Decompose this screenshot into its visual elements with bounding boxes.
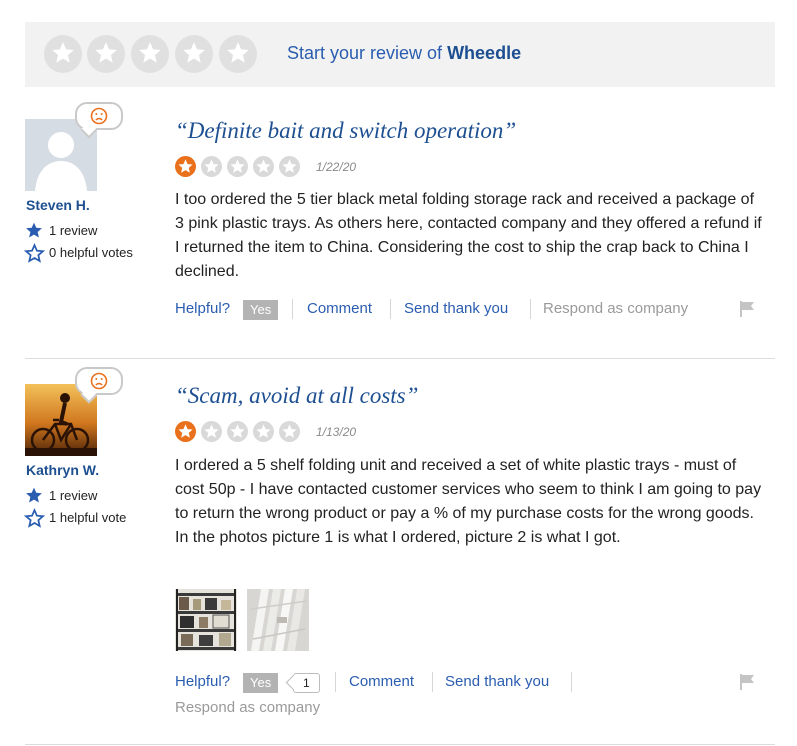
review-date: 1/22/20: [316, 160, 357, 174]
divider: [432, 672, 433, 692]
divider: [571, 672, 572, 692]
respond-as-company-link[interactable]: Respond as company: [175, 699, 320, 716]
sad-face-icon: [90, 107, 108, 125]
rating-star-4-icon[interactable]: [175, 35, 213, 73]
rating-star-empty-icon: [201, 156, 222, 177]
review-title[interactable]: “Definite bait and switch operation”: [175, 118, 516, 144]
rating-star-empty-icon: [253, 156, 274, 177]
rating-star-empty-icon: [279, 421, 300, 442]
review-photo-ordered[interactable]: [175, 589, 237, 651]
rating-star-3-icon[interactable]: [131, 35, 169, 73]
divider: [292, 299, 293, 319]
flag-icon[interactable]: [739, 674, 755, 690]
mood-bubble: [75, 102, 123, 139]
send-thank-you-link[interactable]: Send thank you: [404, 300, 508, 317]
helpful-star-outline-icon: [24, 243, 45, 263]
helpful-yes-button[interactable]: Yes: [243, 300, 279, 320]
rating-star-empty-icon: [279, 156, 300, 177]
start-review-prefix[interactable]: Start your review of: [287, 43, 447, 63]
review-star-icon: [26, 487, 42, 503]
comment-link[interactable]: Comment: [349, 673, 414, 690]
rating-star-empty-icon: [201, 421, 222, 442]
divider: [335, 672, 336, 692]
send-thank-you-link[interactable]: Send thank you: [445, 673, 549, 690]
start-review-link[interactable]: Start your review of Wheedle: [287, 43, 521, 64]
helpful-vote-count: 0 helpful votes: [49, 245, 133, 260]
reviewer-name[interactable]: Kathryn W.: [26, 462, 99, 478]
rating-star-empty-icon: [253, 421, 274, 442]
start-review-bar: Start your review of Wheedle: [25, 22, 775, 87]
review-divider: [25, 744, 775, 745]
rating-star-1-icon[interactable]: [44, 35, 82, 73]
rating-star-empty-icon: [227, 156, 248, 177]
helpful-yes-button[interactable]: Yes: [243, 673, 279, 693]
review-count: 1 review: [49, 488, 98, 503]
review-photo-received[interactable]: [247, 589, 309, 651]
comment-link[interactable]: Comment: [307, 300, 372, 317]
helpful-count-badge: 1: [285, 673, 320, 693]
rating-star-2-icon[interactable]: [87, 35, 125, 73]
review-paragraph: I ordered a 5 shelf folding unit and rec…: [175, 457, 762, 522]
mood-bubble: [75, 367, 123, 404]
reviewer-name[interactable]: Steven H.: [26, 197, 90, 213]
review-date: 1/13/20: [316, 425, 357, 439]
review-paragraph: I too ordered the 5 tier black metal fol…: [175, 191, 762, 280]
review-title[interactable]: “Scam, avoid at all costs”: [175, 383, 418, 409]
review-count: 1 review: [49, 223, 98, 238]
helpful-label: Helpful?: [175, 300, 231, 317]
helpful-count: 1: [303, 676, 310, 690]
divider: [530, 299, 531, 319]
rating-star-5-icon[interactable]: [219, 35, 257, 73]
helpful-star-outline-icon: [24, 508, 45, 528]
rating-star-empty-icon: [227, 421, 248, 442]
divider: [390, 299, 391, 319]
review-star-icon: [26, 222, 42, 238]
helpful-label: Helpful?: [175, 673, 231, 690]
sad-face-icon: [90, 372, 108, 390]
review-paragraph: In the photos picture 1 is what I ordere…: [175, 529, 621, 546]
rating-star-filled-icon: [175, 156, 196, 177]
review-body: I too ordered the 5 tier black metal fol…: [175, 188, 765, 284]
review-body: I ordered a 5 shelf folding unit and rec…: [175, 454, 765, 550]
helpful-vote-count: 1 helpful vote: [49, 510, 127, 525]
respond-as-company-link[interactable]: Respond as company: [543, 300, 688, 317]
review-divider: [25, 358, 775, 359]
rating-star-filled-icon: [175, 421, 196, 442]
company-name[interactable]: Wheedle: [447, 43, 521, 63]
flag-icon[interactable]: [739, 301, 755, 317]
